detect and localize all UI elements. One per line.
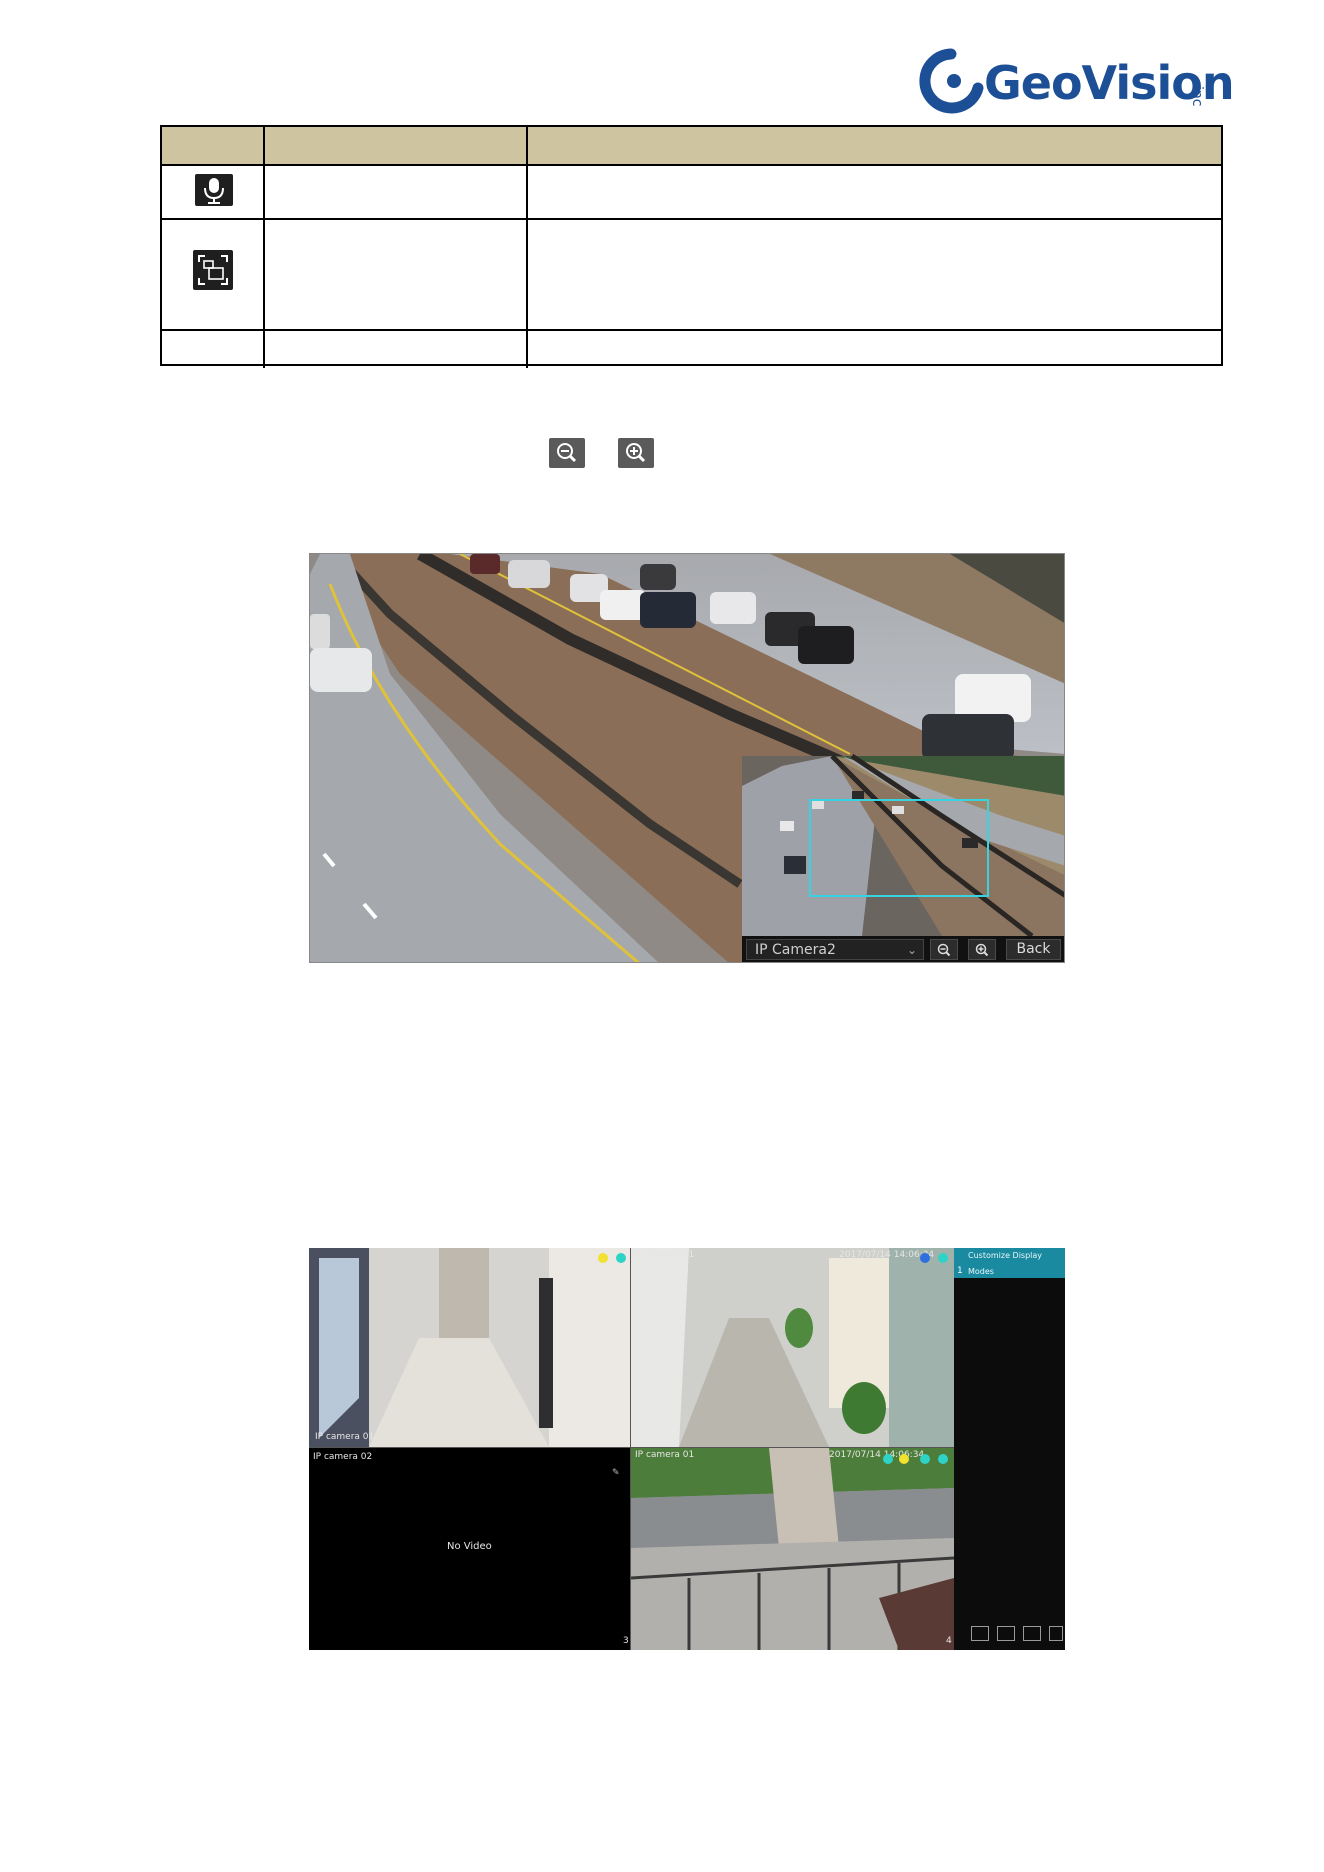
- geovision-logo: GeoVision inc: [918, 46, 1235, 122]
- table-cell: [162, 166, 265, 218]
- quad-screen-icon: [193, 250, 233, 290]
- camera-label-3: IP camera 02: [313, 1452, 373, 1462]
- table-cell: [265, 220, 528, 329]
- live-view-screenshot: IP camera 01 IP camera 01 2017/07/14 14:…: [309, 1248, 1065, 1650]
- table-row: [162, 331, 1221, 368]
- feature-table: [160, 125, 1223, 368]
- record-indicator-icon: [938, 1454, 948, 1464]
- delete-icon[interactable]: [1049, 1626, 1063, 1641]
- layout-icon[interactable]: [1023, 1626, 1041, 1641]
- save-icon[interactable]: [971, 1626, 989, 1641]
- camera-select[interactable]: IP Camera2 ⌄: [746, 939, 924, 960]
- table-header-cell: [162, 127, 265, 164]
- highway-scene: [310, 554, 1064, 962]
- alarm-indicator-icon: [598, 1253, 608, 1263]
- camera-label-2: IP camera 01: [635, 1250, 695, 1260]
- table-cell: [528, 331, 1221, 368]
- camera-label-1: IP camera 01: [315, 1432, 375, 1442]
- display-mode-item[interactable]: 1: [957, 1266, 963, 1276]
- zoom-in-icon: [618, 438, 654, 468]
- panel-title: Customize Display Modes: [968, 1251, 1043, 1276]
- camera-label-4: IP camera 01: [635, 1450, 695, 1460]
- table-header-cell: [528, 127, 1221, 164]
- add-icon[interactable]: [997, 1626, 1015, 1641]
- table-header-row: [162, 127, 1221, 166]
- table-header-cell: [265, 127, 528, 164]
- table-cell: [265, 166, 528, 218]
- back-button[interactable]: Back: [1006, 939, 1061, 960]
- table-row: [162, 166, 1221, 220]
- table-cell: [162, 331, 265, 368]
- zoom-out-icon: [549, 438, 585, 468]
- logo-mark-icon: [919, 48, 984, 114]
- alarm-indicator-icon: [920, 1253, 930, 1263]
- zoom-in-icon: [975, 943, 989, 957]
- alarm-indicator-icon: [899, 1454, 909, 1464]
- edit-icon[interactable]: ✎: [612, 1468, 620, 1478]
- table-cell: [265, 331, 528, 368]
- record-indicator-icon: [920, 1454, 930, 1464]
- zoom-view-screenshot: IP Camera2 ⌄ Back: [309, 553, 1065, 963]
- camera-timestamp-4: 2017/07/14 14:06:34: [829, 1450, 925, 1460]
- record-indicator-icon: [883, 1454, 893, 1464]
- camera-index-3: 3: [623, 1636, 629, 1646]
- record-indicator-icon: [616, 1253, 626, 1263]
- table-cell: [528, 166, 1221, 218]
- zoom-in-button[interactable]: [968, 939, 996, 960]
- zoom-toolbar: IP Camera2 ⌄ Back: [742, 936, 1064, 962]
- chevron-down-icon: ⌄: [906, 943, 917, 957]
- camera-index-4: 4: [946, 1636, 952, 1646]
- zoom-out-button[interactable]: [930, 939, 958, 960]
- no-video-text: No Video: [447, 1541, 492, 1552]
- logo-inc-text: inc: [1189, 86, 1205, 107]
- table-row: [162, 220, 1221, 331]
- table-cell: [162, 220, 265, 329]
- customize-display-panel-header[interactable]: Customize Display Modes: [954, 1248, 1065, 1278]
- zoom-out-icon: [937, 943, 951, 957]
- record-indicator-icon: [938, 1253, 948, 1263]
- table-cell: [528, 220, 1221, 329]
- microphone-icon: [195, 174, 233, 206]
- camera-select-value: IP Camera2: [755, 942, 836, 958]
- camera-grid: [309, 1248, 954, 1650]
